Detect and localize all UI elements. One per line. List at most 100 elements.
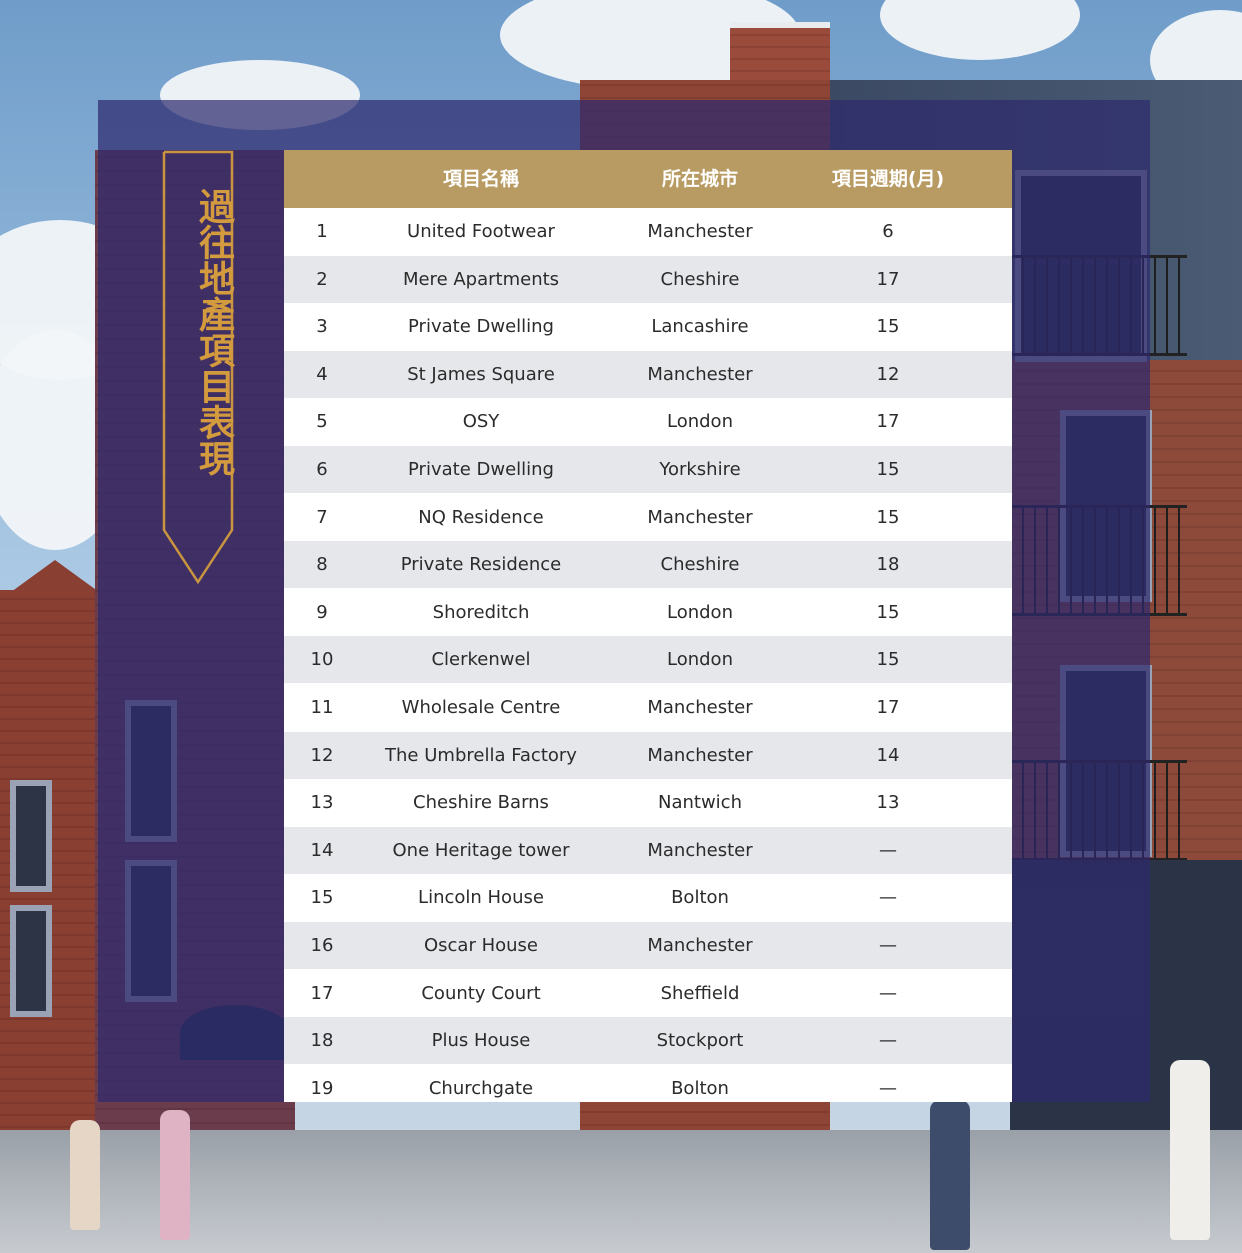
project-name: Churchgate [428, 1077, 534, 1099]
duration: — [879, 982, 897, 1004]
table-row: 1 United Footwear Manchester 6 [284, 208, 1012, 255]
project-name: St James Square [407, 363, 555, 385]
project-name: Private Dwelling [408, 316, 554, 338]
project-name: Private Dwelling [408, 459, 554, 480]
table-row: 19 Churchgate Bolton — [284, 1065, 1012, 1112]
city: Manchester [647, 839, 753, 861]
duration: 18 [876, 554, 900, 576]
projects-table: 項目名稱 所在城市 項目週期(月) 1 United Footwear Manche… [284, 150, 1012, 1102]
window [10, 780, 52, 892]
city: Lancashire [651, 316, 749, 338]
row-number: 19 [310, 1077, 334, 1099]
project-name: Clerkenwel [431, 649, 531, 671]
header-city: 所在城市 [661, 168, 738, 190]
project-name: OSY [462, 411, 500, 433]
project-name: County Court [421, 982, 541, 1004]
row-number: 1 [316, 221, 328, 242]
city: London [667, 649, 733, 671]
project-name: Shoreditch [432, 601, 530, 623]
project-name: Lincoln House [418, 887, 544, 909]
duration: 15 [876, 506, 900, 528]
city: Yorkshire [659, 459, 741, 480]
row-number: 12 [310, 744, 334, 766]
duration: 14 [876, 744, 900, 766]
title-banner: 過往地產項目表現 [162, 150, 234, 585]
table-row: 15 Lincoln House Bolton — [284, 874, 1012, 921]
page-title: 過往地產項目表現 [193, 188, 234, 476]
city: Cheshire [660, 268, 740, 290]
table-row: 16 Oscar House Manchester — [284, 922, 1012, 969]
city: London [667, 601, 733, 623]
duration: — [879, 935, 897, 956]
row-number: 9 [316, 601, 328, 623]
row-number: 13 [310, 792, 334, 814]
row-number: 7 [316, 506, 328, 528]
row-number: 2 [316, 268, 328, 290]
pedestrian [160, 1110, 190, 1240]
table-row: 11 Wholesale Centre Manchester 17 [284, 684, 1012, 731]
row-number: 8 [316, 554, 328, 576]
city: Manchester [647, 744, 753, 766]
duration: 12 [876, 363, 900, 385]
city: Manchester [647, 221, 753, 242]
city: Sheffield [660, 982, 740, 1004]
project-name: One Heritage tower [392, 839, 570, 861]
row-number: 5 [316, 411, 328, 433]
pedestrian [1170, 1060, 1210, 1240]
table-row: 14 One Heritage tower Manchester — [284, 826, 1012, 874]
city: Stockport [656, 1030, 744, 1052]
row-number: 3 [316, 316, 328, 338]
table-row: 6 Private Dwelling Yorkshire 15 [284, 446, 1012, 493]
row-number: 14 [310, 839, 334, 861]
duration: 15 [876, 316, 900, 338]
city: Cheshire [660, 554, 740, 576]
table-row: 12 The Umbrella Factory Manchester 14 [284, 731, 1012, 779]
duration: 6 [882, 221, 894, 242]
row-number: 18 [310, 1030, 334, 1052]
city: Bolton [671, 887, 729, 909]
table-header: 項目名稱 所在城市 項目週期(月) [284, 150, 1012, 208]
city: Bolton [671, 1077, 729, 1099]
duration: — [879, 1077, 897, 1099]
duration: 15 [876, 601, 900, 623]
pedestrian [930, 1100, 970, 1250]
duration: 15 [876, 459, 900, 480]
duration: 13 [876, 792, 900, 814]
duration: — [879, 839, 897, 861]
row-number: 15 [310, 887, 334, 909]
project-name: Private Residence [400, 554, 562, 576]
city: Manchester [647, 363, 753, 385]
project-name: Cheshire Barns [413, 792, 549, 814]
project-name: Plus House [431, 1030, 531, 1052]
window [10, 905, 52, 1017]
row-number: 4 [316, 363, 328, 385]
row-number: 10 [310, 649, 334, 671]
table-row: 5 OSY London 17 [284, 398, 1012, 445]
table-row: 13 Cheshire Barns Nantwich 13 [284, 779, 1012, 826]
table-row: 10 Clerkenwel London 15 [284, 636, 1012, 684]
table-row: 4 St James Square Manchester 12 [284, 350, 1012, 398]
table-row: 2 Mere Apartments Cheshire 17 [284, 255, 1012, 303]
city: Nantwich [658, 792, 742, 814]
project-name: NQ Residence [418, 506, 544, 528]
city: Manchester [647, 935, 753, 956]
pedestrian [70, 1120, 100, 1230]
project-name: Oscar House [423, 935, 538, 956]
table-row: 7 NQ Residence Manchester 15 [284, 494, 1012, 541]
header-number [284, 150, 360, 208]
row-number: 16 [310, 935, 334, 956]
city: Manchester [647, 506, 753, 528]
duration: 17 [876, 697, 900, 718]
header-project-name: 項目名稱 [442, 168, 519, 190]
duration: — [879, 1030, 897, 1052]
duration: 17 [876, 268, 900, 290]
duration: 17 [876, 411, 900, 433]
project-name: United Footwear [407, 221, 555, 242]
row-number: 17 [310, 982, 334, 1004]
row-number: 6 [316, 459, 328, 480]
table-row: 8 Private Residence Cheshire 18 [284, 541, 1012, 589]
table-row: 3 Private Dwelling Lancashire 15 [284, 303, 1012, 350]
table-row: 17 County Court Sheffield — [284, 970, 1012, 1017]
project-name: Mere Apartments [402, 268, 560, 290]
table-row: 9 Shoreditch London 15 [284, 589, 1012, 636]
